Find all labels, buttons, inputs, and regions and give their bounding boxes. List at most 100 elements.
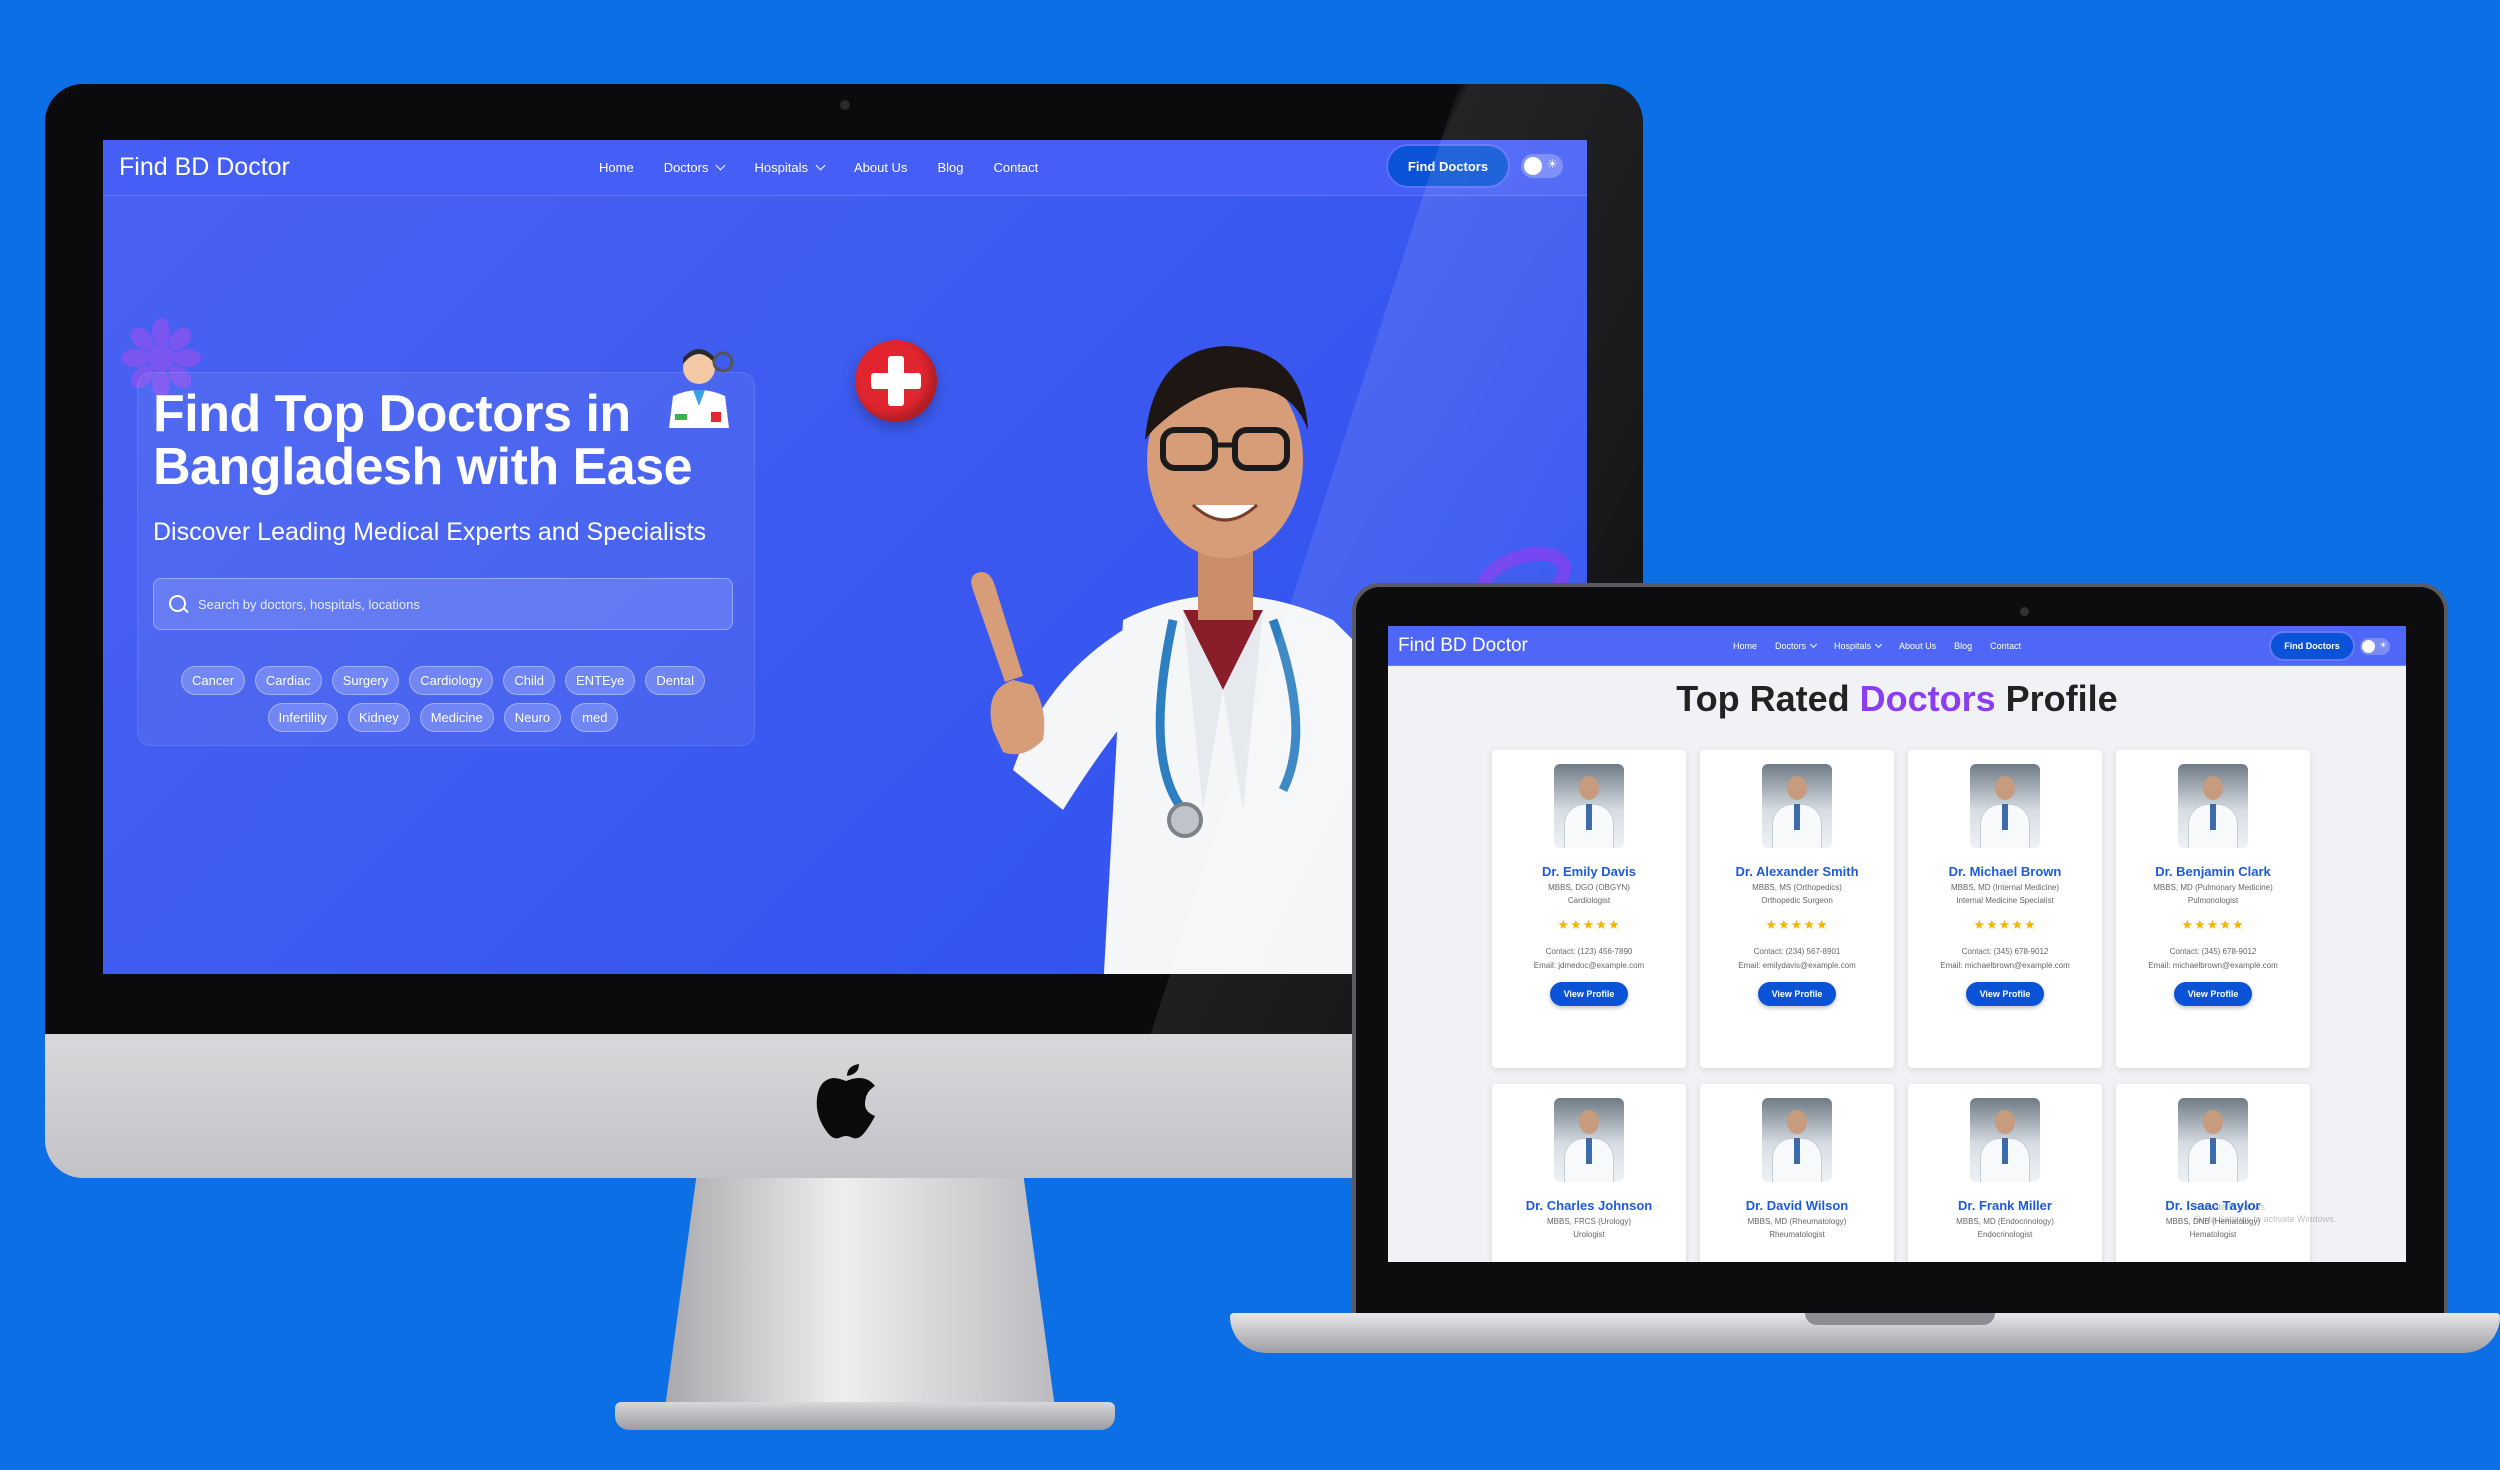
doctor-email: Email: emilydavis@example.com bbox=[1738, 961, 1856, 970]
doctor-email: Email: michaelbrown@example.com bbox=[1940, 961, 2070, 970]
laptop-mockup: Find BD Doctor Home Doctors Hospitals Ab… bbox=[1230, 583, 2500, 1373]
doctor-name[interactable]: Dr. David Wilson bbox=[1700, 1198, 1894, 1213]
nav-doctors[interactable]: Doctors bbox=[1775, 640, 1818, 651]
brand-logo[interactable]: Find BD Doctor bbox=[1398, 635, 1733, 657]
medical-cross-icon bbox=[855, 340, 937, 422]
doctor-name[interactable]: Dr. Emily Davis bbox=[1492, 864, 1686, 879]
doctor-card: Dr. Frank Miller MBBS, MD (Endocrinology… bbox=[1908, 1084, 2102, 1262]
doctor-avatar bbox=[1554, 764, 1624, 848]
sun-icon: ☀ bbox=[2379, 640, 2388, 650]
toggle-knob bbox=[2362, 640, 2375, 653]
doctor-degree: MBBS, MD (Pulmonary Medicine) bbox=[2153, 883, 2273, 892]
nav-doctors-label: Doctors bbox=[1775, 640, 1807, 651]
hero-title: Find Top Doctors in Bangladesh with Ease bbox=[153, 388, 773, 494]
hero-title-line-2: Bangladesh with Ease bbox=[153, 438, 693, 496]
nav-hospitals[interactable]: Hospitals bbox=[1834, 640, 1883, 651]
view-profile-button[interactable]: View Profile bbox=[2173, 982, 2253, 1006]
tag-cardiology[interactable]: Cardiology bbox=[409, 666, 494, 695]
tag-child[interactable]: Child bbox=[503, 666, 556, 695]
laptop-notch bbox=[1805, 1313, 1995, 1325]
doctor-avatar bbox=[2178, 764, 2248, 848]
view-profile-button[interactable]: View Profile bbox=[1965, 982, 2045, 1006]
theme-toggle[interactable]: ☀ bbox=[1521, 154, 1563, 178]
tag-cardiac[interactable]: Cardiac bbox=[254, 666, 322, 695]
tag-enteye[interactable]: ENTEye bbox=[565, 666, 636, 695]
tag-med[interactable]: med bbox=[571, 703, 619, 732]
nav-hospitals[interactable]: Hospitals bbox=[754, 160, 826, 175]
nav-blog[interactable]: Blog bbox=[1954, 641, 1972, 651]
nav-blog[interactable]: Blog bbox=[937, 160, 963, 175]
doctor-avatar bbox=[1762, 1098, 1832, 1182]
nav-doctors[interactable]: Doctors bbox=[663, 160, 726, 175]
tag-medicine[interactable]: Medicine bbox=[419, 703, 494, 732]
doctor-name[interactable]: Dr. Michael Brown bbox=[1908, 864, 2102, 879]
nav-about-label: About Us bbox=[853, 160, 908, 175]
title-part: Top Rated bbox=[1676, 678, 1860, 719]
search-input[interactable] bbox=[198, 596, 698, 612]
hero-subtitle: Discover Leading Medical Experts and Spe… bbox=[153, 518, 707, 546]
chevron-down-icon bbox=[1875, 640, 1883, 648]
toggle-knob bbox=[1524, 157, 1542, 175]
doctor-name[interactable]: Dr. Charles Johnson bbox=[1492, 1198, 1686, 1213]
nav-about[interactable]: About Us bbox=[854, 160, 907, 175]
watermark-line-1: Activate Windows bbox=[2194, 1202, 2266, 1212]
doctor-specialty: Orthopedic Surgeon bbox=[1761, 896, 1833, 905]
doctor-avatar bbox=[1762, 764, 1832, 848]
tag-cancer[interactable]: Cancer bbox=[180, 666, 245, 695]
doctor-card: Dr. Emily Davis MBBS, DGO (OBGYN) Cardio… bbox=[1492, 750, 1686, 1068]
find-doctors-button[interactable]: Find Doctors bbox=[2271, 633, 2353, 659]
navbar: Find BD Doctor Home Doctors Hospitals Ab… bbox=[1388, 626, 2406, 666]
doctor-avatar bbox=[1970, 764, 2040, 848]
theme-toggle[interactable]: ☀ bbox=[2360, 638, 2390, 655]
brand-logo[interactable]: Find BD Doctor bbox=[119, 153, 599, 182]
chevron-down-icon bbox=[716, 160, 726, 171]
doctor-specialty: Rheumatologist bbox=[1769, 1230, 1825, 1239]
doctor-name[interactable]: Dr. Benjamin Clark bbox=[2116, 864, 2310, 879]
nav-home-label: Home bbox=[599, 160, 634, 175]
nav-about[interactable]: About Us bbox=[1899, 641, 1936, 651]
tag-infertility[interactable]: Infertility bbox=[267, 703, 338, 732]
rating-stars-icon: ★★★★★ bbox=[1557, 917, 1621, 932]
doctor-avatar bbox=[1970, 1098, 2040, 1182]
navbar: Find BD Doctor Home Doctors Hospitals Ab… bbox=[103, 140, 1587, 196]
nav-blog-label: Blog bbox=[1954, 640, 1973, 651]
view-profile-button[interactable]: View Profile bbox=[1549, 982, 1629, 1006]
doctor-name[interactable]: Dr. Frank Miller bbox=[1908, 1198, 2102, 1213]
tag-neuro[interactable]: Neuro bbox=[503, 703, 562, 732]
nav-blog-label: Blog bbox=[937, 160, 964, 175]
doctor-specialty: Endocrinologist bbox=[1977, 1230, 2033, 1239]
search-icon bbox=[168, 594, 188, 614]
nav-home-label: Home bbox=[1733, 640, 1758, 651]
nav-home[interactable]: Home bbox=[1733, 641, 1757, 651]
tag-dental[interactable]: Dental bbox=[645, 666, 705, 695]
tag-kidney[interactable]: Kidney bbox=[347, 703, 410, 732]
imac-stand-foot bbox=[615, 1402, 1115, 1430]
nav-home[interactable]: Home bbox=[599, 160, 634, 175]
laptop-screen: Find BD Doctor Home Doctors Hospitals Ab… bbox=[1388, 626, 2406, 1262]
nav-links: Home Doctors Hospitals About Us Blog Con… bbox=[1733, 640, 2039, 651]
doctor-contact: Contact: (345) 678-9012 bbox=[2169, 947, 2257, 956]
doctor-card: Dr. Charles Johnson MBBS, FRCS (Urology)… bbox=[1492, 1084, 1686, 1262]
tag-surgery[interactable]: Surgery bbox=[331, 666, 400, 695]
rating-stars-icon: ★★★★★ bbox=[1765, 917, 1829, 932]
nav-contact[interactable]: Contact bbox=[1990, 641, 2021, 651]
doctor-cards-grid: Dr. Emily Davis MBBS, DGO (OBGYN) Cardio… bbox=[1492, 750, 2312, 1262]
activate-windows-watermark: Activate Windows Go to Settings to activ… bbox=[2194, 1201, 2336, 1225]
doctor-name[interactable]: Dr. Alexander Smith bbox=[1700, 864, 1894, 879]
doctor-card: Dr. Isaac Taylor MBBS, DNB (Hematology) … bbox=[2116, 1084, 2310, 1262]
specialty-tags: Cancer Cardiac Surgery Cardiology Child … bbox=[153, 666, 733, 732]
nav-hospitals-label: Hospitals bbox=[1834, 640, 1872, 651]
imac-stand bbox=[665, 1178, 1055, 1408]
find-doctors-button[interactable]: Find Doctors bbox=[1388, 146, 1508, 186]
nav-links: Home Doctors Hospitals About Us Blog Con… bbox=[599, 160, 1068, 175]
search-bar[interactable] bbox=[153, 578, 733, 630]
doctor-card: Dr. Michael Brown MBBS, MD (Internal Med… bbox=[1908, 750, 2102, 1068]
doctor-specialty: Hematologist bbox=[2189, 1230, 2237, 1239]
nav-contact-label: Contact bbox=[993, 160, 1039, 175]
nav-doctors-label: Doctors bbox=[663, 160, 709, 175]
doctor-specialty: Urologist bbox=[1573, 1230, 1605, 1239]
nav-contact[interactable]: Contact bbox=[993, 160, 1038, 175]
doctor-contact: Contact: (234) 567-8901 bbox=[1753, 947, 1841, 956]
view-profile-button[interactable]: View Profile bbox=[1757, 982, 1837, 1006]
title-accent: Doctors bbox=[1859, 678, 1996, 719]
